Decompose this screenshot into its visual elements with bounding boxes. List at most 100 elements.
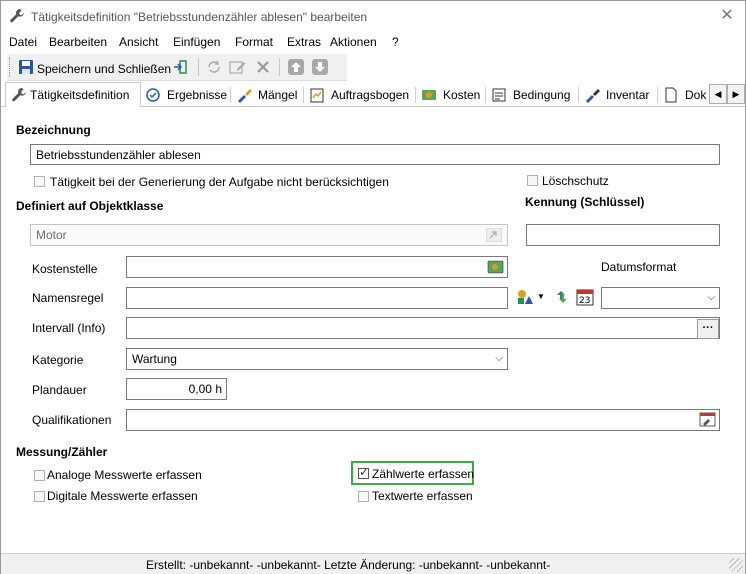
qualifikationen-input[interactable] bbox=[126, 409, 720, 431]
objektklasse-value: Motor bbox=[36, 228, 67, 242]
objektklasse-input: Motor bbox=[30, 224, 508, 246]
loeschschutz-label: Löschschutz bbox=[542, 174, 609, 188]
plandauer-label: Plandauer bbox=[32, 383, 87, 397]
dialog-window: Tätigkeitsdefinition "Betriebsstundenzäh… bbox=[0, 0, 746, 574]
title-bar: Tätigkeitsdefinition "Betriebsstundenzäh… bbox=[1, 1, 745, 32]
tab-taetigkeitsdefinition[interactable]: Tätigkeitsdefinition bbox=[5, 82, 141, 107]
shapes-icon[interactable] bbox=[517, 289, 533, 305]
save-icon bbox=[19, 60, 33, 74]
tab-separator bbox=[303, 87, 304, 103]
tab-label: Auftragsbogen bbox=[331, 88, 410, 102]
tab-label: Doku bbox=[685, 88, 707, 102]
tab-scroll-left-icon[interactable]: ◀ bbox=[709, 84, 727, 104]
zaehlwerte-label: Zählwerte erfassen bbox=[372, 467, 475, 481]
window-title: Tätigkeitsdefinition "Betriebsstundenzäh… bbox=[31, 10, 368, 24]
menu-bearbeiten[interactable]: Bearbeiten bbox=[49, 35, 107, 49]
tab-label: Ergebnisse bbox=[167, 88, 228, 102]
status-bar: Erstellt: -unbekannt- -unbekannt- Letzte… bbox=[1, 553, 745, 574]
costs-icon[interactable] bbox=[487, 259, 505, 275]
namensregel-input[interactable] bbox=[126, 287, 508, 309]
menu-ansicht[interactable]: Ansicht bbox=[119, 35, 158, 49]
close-icon[interactable]: ✕ bbox=[717, 6, 737, 26]
tab-label: Mängel bbox=[258, 88, 298, 102]
datumsformat-label: Datumsformat bbox=[601, 260, 677, 274]
tab-bedingung[interactable]: Bedingung bbox=[489, 84, 581, 105]
tab-separator bbox=[578, 87, 579, 103]
kennung-input[interactable] bbox=[526, 224, 720, 246]
chevron-down-icon: ⌵ bbox=[495, 353, 503, 364]
menu-help[interactable]: ? bbox=[392, 35, 399, 49]
exit-icon[interactable] bbox=[173, 59, 189, 75]
menu-extras[interactable]: Extras bbox=[287, 35, 321, 49]
bezeichnung-label: Bezeichnung bbox=[16, 123, 91, 137]
textwerte-label: Textwerte erfassen bbox=[372, 489, 473, 503]
tab-maengel[interactable]: Mängel bbox=[234, 84, 306, 105]
tab-label: Bedingung bbox=[513, 88, 571, 102]
kostenstelle-label: Kostenstelle bbox=[32, 262, 98, 276]
qualification-icon[interactable] bbox=[699, 412, 717, 428]
swap-icon[interactable] bbox=[554, 289, 570, 305]
tab-kosten[interactable]: Kosten bbox=[419, 84, 485, 105]
tab-label: Kosten bbox=[443, 88, 481, 102]
edit-icon[interactable] bbox=[229, 59, 247, 75]
bezeichnung-input[interactable]: Betriebsstundenzähler ablesen bbox=[30, 144, 720, 165]
order-sheet-icon bbox=[310, 88, 324, 103]
save-close-label: Speichern und Schließen bbox=[37, 62, 172, 76]
menu-bar: Datei Bearbeiten Ansicht Einfügen Format… bbox=[1, 32, 745, 52]
intervall-label: Intervall (Info) bbox=[32, 321, 106, 335]
tab-auftragsbogen[interactable]: Auftragsbogen bbox=[307, 84, 415, 105]
analog-label: Analoge Messwerte erfassen bbox=[47, 468, 202, 482]
datumsformat-select[interactable]: ⌵ bbox=[601, 287, 720, 309]
refresh-icon[interactable] bbox=[205, 59, 223, 75]
wrench-icon bbox=[12, 88, 26, 102]
toolbar-grip bbox=[9, 57, 12, 77]
tab-separator bbox=[657, 87, 658, 103]
inventory-icon bbox=[586, 89, 600, 103]
loeschschutz-checkbox[interactable] bbox=[527, 175, 538, 186]
toolbar-separator bbox=[279, 58, 280, 76]
kostenstelle-input[interactable] bbox=[126, 256, 508, 278]
calendar-icon[interactable]: 23 bbox=[576, 288, 594, 306]
chevron-down-icon[interactable]: ▼ bbox=[537, 292, 545, 301]
textwerte-checkbox[interactable] bbox=[358, 491, 369, 502]
defects-icon bbox=[238, 89, 252, 103]
tab-ergebnisse[interactable]: Ergebnisse bbox=[143, 84, 229, 105]
digital-checkbox[interactable] bbox=[34, 491, 45, 502]
costs-icon bbox=[422, 90, 436, 100]
arrow-up-icon[interactable] bbox=[287, 58, 305, 76]
bezeichnung-value: Betriebsstundenzähler ablesen bbox=[36, 148, 201, 162]
intervall-input[interactable]: ··· bbox=[126, 317, 720, 339]
messung-label: Messung/Zähler bbox=[16, 445, 108, 459]
tab-scroll-right-icon[interactable]: ▶ bbox=[727, 84, 745, 104]
menu-aktionen[interactable]: Aktionen bbox=[330, 35, 377, 49]
delete-icon[interactable] bbox=[255, 59, 271, 75]
tab-inventar[interactable]: Inventar bbox=[582, 84, 656, 105]
chevron-down-icon: ⌵ bbox=[707, 292, 715, 303]
tab-separator bbox=[415, 87, 416, 103]
kategorie-select[interactable]: Wartung ⌵ bbox=[126, 348, 508, 370]
menu-einfuegen[interactable]: Einfügen bbox=[173, 35, 220, 49]
tab-doku[interactable]: Doku bbox=[661, 84, 707, 105]
ignore-task-checkbox[interactable] bbox=[34, 176, 45, 187]
menu-format[interactable]: Format bbox=[235, 35, 273, 49]
toolbar: Speichern und Schließen bbox=[7, 54, 347, 81]
arrow-down-icon[interactable] bbox=[311, 58, 329, 76]
objektklasse-label: Definiert auf Objektklasse bbox=[16, 199, 164, 213]
tab-label: Inventar bbox=[606, 88, 650, 102]
digital-label: Digitale Messwerte erfassen bbox=[47, 489, 198, 503]
qualifikationen-label: Qualifikationen bbox=[32, 413, 112, 427]
status-text: Erstellt: -unbekannt- -unbekannt- Letzte… bbox=[146, 558, 551, 572]
zaehlwerte-checkbox[interactable] bbox=[358, 465, 369, 479]
plandauer-input[interactable]: 0,00 h bbox=[126, 378, 227, 400]
save-close-button[interactable]: Speichern und Schließen bbox=[15, 56, 199, 78]
intervall-more-button[interactable]: ··· bbox=[697, 319, 719, 339]
kennung-label: Kennung (Schlüssel) bbox=[525, 195, 645, 209]
menu-datei[interactable]: Datei bbox=[9, 35, 37, 49]
ignore-task-label: Tätigkeit bei der Generierung der Aufgab… bbox=[50, 175, 389, 189]
resize-grip-icon[interactable] bbox=[729, 558, 743, 572]
analog-checkbox[interactable] bbox=[34, 470, 45, 481]
kategorie-label: Kategorie bbox=[32, 353, 84, 367]
tab-strip: Tätigkeitsdefinition Ergebnisse Mängel A… bbox=[1, 82, 745, 107]
tab-label: Tätigkeitsdefinition bbox=[30, 88, 130, 102]
condition-icon bbox=[492, 88, 506, 102]
